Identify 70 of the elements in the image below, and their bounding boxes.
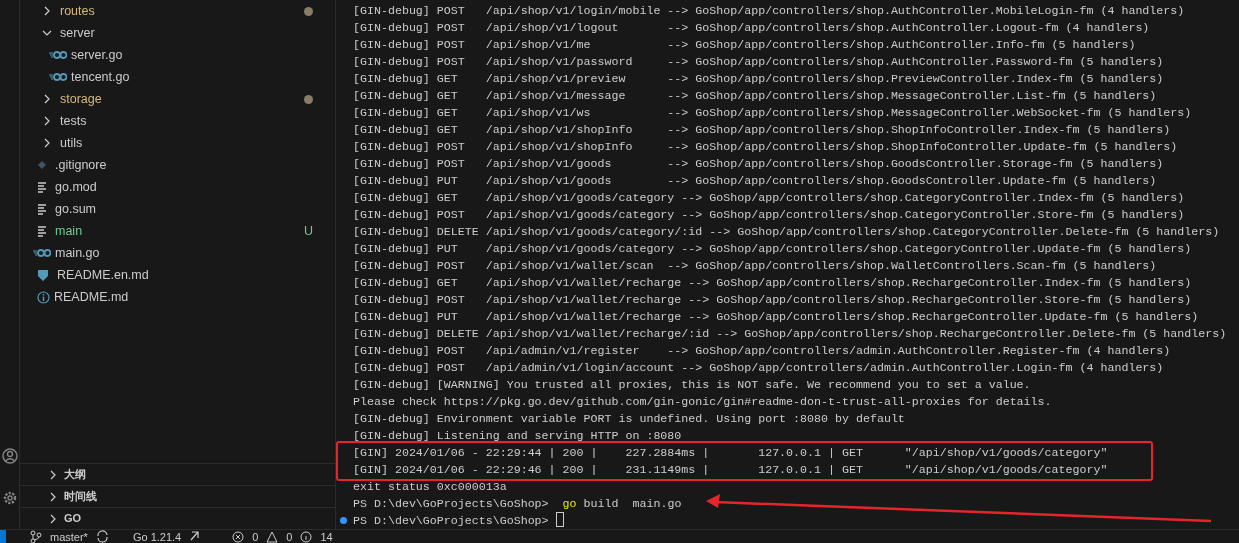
terminal-line: [GIN-debug] POST /api/admin/v1/register --> GoShop/app/controllers/admin.AuthController.Register-fm (4 handlers): [353, 343, 1171, 359]
terminal-line: [GIN-debug] POST /api/shop/v1/goods --> GoShop/app/controllers/shop.GoodsController.Storage-fm (5 handlers): [353, 156, 1164, 172]
terminal-line: [GIN-debug] POST /api/shop/v1/goods/category --> GoShop/app/controllers/shop.CategoryController.Store-fm (5 handlers): [353, 207, 1185, 223]
lines-icon: [37, 180, 47, 194]
terminal-line: [GIN-debug] GET /api/shop/v1/preview --> GoShop/app/controllers/shop.PreviewController.Index-fm (5 handlers): [353, 71, 1164, 87]
info-icon: [37, 290, 50, 304]
account-icon[interactable]: [1, 447, 18, 465]
panel-header[interactable]: 大纲: [64, 466, 86, 483]
file-name[interactable]: tencent.go: [71, 67, 335, 87]
terminal-line: PS D:\dev\GoProjects\GoShop> go build main.go: [353, 496, 682, 512]
terminal-line: [GIN-debug] POST /api/shop/v1/login/mobile --> GoShop/app/controllers/shop.AuthController.MobileLogin-fm (4 handlers): [353, 3, 1185, 19]
terminal-line: [GIN-debug] DELETE /api/shop/v1/goods/category/:id --> GoShop/app/controllers/shop.CategoryController.Delete-fm (5 handlers): [353, 224, 1220, 240]
status-dot: [340, 517, 347, 524]
terminal-line: [GIN-debug] GET /api/shop/v1/message --> GoShop/app/controllers/shop.MessageController.List-fm (5 handlers): [353, 88, 1157, 104]
terminal-line: [GIN-debug] POST /api/shop/v1/password --> GoShop/app/controllers/shop.AuthController.Password-fm (5 handlers): [353, 54, 1164, 70]
terminal-line: [GIN-debug] POST /api/admin/v1/login/account --> GoShop/app/controllers/admin.AuthController.Login-fm (4 handlers): [353, 360, 1164, 376]
file-name[interactable]: server.go: [71, 45, 335, 65]
terminal-line: [GIN-debug] POST /api/shop/v1/shopInfo --> GoShop/app/controllers/shop.ShopInfoController.Update-fm (5 handlers): [353, 139, 1178, 155]
error-count[interactable]: 0: [252, 529, 259, 543]
terminal-line: [GIN-debug] PUT /api/shop/v1/goods --> GoShop/app/controllers/shop.GoodsController.Update-fm (5 handlers): [353, 173, 1157, 189]
folder-name[interactable]: storage: [60, 89, 304, 109]
terminal-line: [GIN-debug] POST /api/shop/v1/wallet/recharge --> GoShop/app/controllers/shop.RechargeController.Store-fm (5 handlers): [353, 292, 1192, 308]
file-name[interactable]: README.md: [54, 287, 335, 307]
branch-icon[interactable]: [30, 530, 42, 543]
file-name[interactable]: README.en.md: [57, 265, 335, 285]
folder-name[interactable]: tests: [60, 111, 335, 131]
terminal-line: [GIN-debug] [WARNING] You trusted all proxies, this is NOT safe. We recommend you to set a value.: [353, 377, 1031, 393]
terminal-line: PS D:\dev\GoProjects\GoShop>: [353, 513, 549, 529]
terminal-line: [GIN-debug] GET /api/shop/v1/shopInfo --> GoShop/app/controllers/shop.ShopInfoController.Index-fm (5 handlers): [353, 122, 1171, 138]
terminal-line: Please check https://pkg.go.dev/github.com/gin-gonic/gin#readme-don-t-trust-all-proxies for details.: [353, 394, 1052, 410]
panel-header[interactable]: 时间线: [64, 488, 97, 505]
lines-icon: [37, 224, 47, 238]
terminal-line: [GIN-debug] POST /api/shop/v1/wallet/scan --> GoShop/app/controllers/shop.WalletControllers.Scan-fm (5 handlers): [353, 258, 1157, 274]
file-name[interactable]: .gitignore: [55, 155, 335, 175]
text-cursor: [555, 512, 564, 527]
sync-icon[interactable]: [95, 530, 109, 543]
panel-header[interactable]: GO: [64, 510, 82, 527]
file-name[interactable]: main: [55, 221, 304, 241]
folder-name[interactable]: utils: [60, 133, 335, 153]
remote-indicator[interactable]: [0, 529, 6, 543]
file-name[interactable]: go.mod: [55, 177, 335, 197]
terminal-line: [GIN-debug] Listening and serving HTTP on :8080: [353, 428, 682, 444]
terminal-line: [GIN-debug] PUT /api/shop/v1/goods/category --> GoShop/app/controllers/shop.CategoryController.Update-fm (5 handlers): [353, 241, 1192, 257]
error-icon[interactable]: [232, 530, 245, 543]
folder-name[interactable]: routes: [60, 1, 304, 21]
file-name[interactable]: go.sum: [55, 199, 335, 219]
info-icon[interactable]: [300, 530, 313, 543]
terminal-line: [GIN-debug] Environment variable PORT is undefined. Using port :8080 by default: [353, 411, 905, 427]
terminal-line: [GIN-debug] POST /api/shop/v1/logout --> GoShop/app/controllers/shop.AuthController.Logout-fm (4 handlers): [353, 20, 1150, 36]
terminal-line: [GIN] 2024/01/06 - 22:29:46 | 200 | 231.1149ms | 127.0.0.1 | GET "/api/shop/v1/goods/category": [353, 462, 1108, 478]
lines-icon: [37, 202, 47, 216]
warning-count[interactable]: 0: [286, 529, 293, 543]
go-version[interactable]: Go 1.21.4: [132, 529, 182, 543]
terminal-line: [GIN-debug] GET /api/shop/v1/wallet/recharge --> GoShop/app/controllers/shop.RechargeController.Index-fm (5 handlers): [353, 275, 1192, 291]
terminal-line: [GIN-debug] POST /api/shop/v1/me --> GoShop/app/controllers/shop.AuthController.Info-fm (5 handlers): [353, 37, 1136, 53]
branch-name[interactable]: master*: [50, 529, 88, 543]
terminal-line: [GIN-debug] PUT /api/shop/v1/wallet/recharge --> GoShop/app/controllers/shop.RechargeController.Update-fm (5 handlers): [353, 309, 1199, 325]
arrow-icon[interactable]: [189, 531, 201, 542]
warning-icon[interactable]: [266, 530, 279, 543]
terminal-line: [GIN] 2024/01/06 - 22:29:44 | 200 | 227.2884ms | 127.0.0.1 | GET "/api/shop/v1/goods/category": [353, 445, 1108, 461]
diamond-icon: [37, 160, 47, 170]
git-status-label: U: [303, 222, 313, 240]
terminal-line: [GIN-debug] GET /api/shop/v1/goods/category --> GoShop/app/controllers/shop.CategoryController.Index-fm (5 handlers): [353, 190, 1185, 206]
info-count[interactable]: 14: [320, 529, 333, 543]
terminal-line: [GIN-debug] DELETE /api/shop/v1/wallet/recharge/:id --> GoShop/app/controllers/shop.RechargeController.Delete-fm (5 handlers): [353, 326, 1227, 342]
file-name[interactable]: main.go: [55, 243, 335, 263]
terminal-line: exit status 0xc000013a: [353, 479, 507, 495]
folder-name[interactable]: server: [60, 23, 335, 43]
settings-icon[interactable]: [1, 489, 18, 507]
terminal-line: [GIN-debug] GET /api/shop/v1/ws --> GoShop/app/controllers/shop.MessageController.WebSocket-fm (5 handlers): [353, 105, 1192, 121]
